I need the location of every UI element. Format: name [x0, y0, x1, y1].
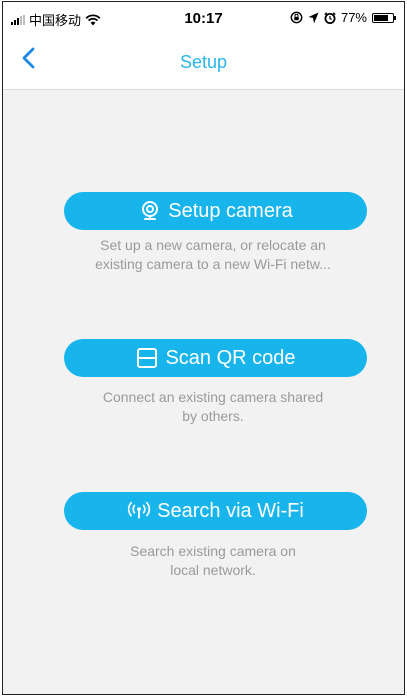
navigation-bar: Setup — [3, 32, 404, 90]
description-line: Set up a new camera, or relocate an — [100, 237, 326, 253]
description-line: local network. — [170, 562, 256, 578]
alarm-icon — [324, 11, 336, 24]
battery-icon — [372, 12, 396, 23]
description-line: Search existing camera on — [130, 543, 296, 559]
search-via-wifi-button[interactable]: Search via Wi-Fi — [64, 492, 367, 530]
description-line: by others. — [182, 408, 244, 424]
qr-scan-icon — [135, 346, 159, 370]
wifi-icon — [85, 13, 101, 25]
status-right: 77% — [290, 10, 396, 25]
search-via-wifi-description: Search existing camera on local network. — [53, 542, 373, 580]
page-title: Setup — [179, 52, 228, 72]
scan-qr-code-button[interactable]: Scan QR code — [64, 339, 367, 377]
search-via-wifi-label: Search via Wi-Fi — [157, 499, 304, 522]
scan-qr-code-description: Connect an existing camera shared by oth… — [53, 388, 373, 426]
setup-camera-label: Setup camera — [168, 199, 293, 222]
location-icon — [308, 12, 319, 23]
camera-icon — [138, 199, 162, 223]
battery-percent: 77% — [340, 10, 367, 25]
description-line: existing camera to a new Wi-Fi netw... — [95, 256, 331, 272]
status-bar: 中国移动 10:17 77% — [3, 2, 404, 32]
status-time: 10:17 — [184, 10, 223, 27]
scan-qr-code-label: Scan QR code — [165, 346, 296, 369]
carrier-name: 中国移动 — [29, 14, 82, 29]
wifi-antenna-icon — [127, 499, 151, 523]
setup-camera-description: Set up a new camera, or relocate an exis… — [53, 236, 373, 274]
phone-screen: 中国移动 10:17 77% Setup Setup camera Set up… — [2, 1, 405, 695]
description-line: Connect an existing camera shared — [102, 389, 324, 405]
setup-camera-button[interactable]: Setup camera — [64, 192, 367, 230]
status-left: 中国移动 — [11, 10, 101, 29]
lock-rotation-icon — [290, 11, 303, 24]
signal-icon — [11, 14, 25, 25]
